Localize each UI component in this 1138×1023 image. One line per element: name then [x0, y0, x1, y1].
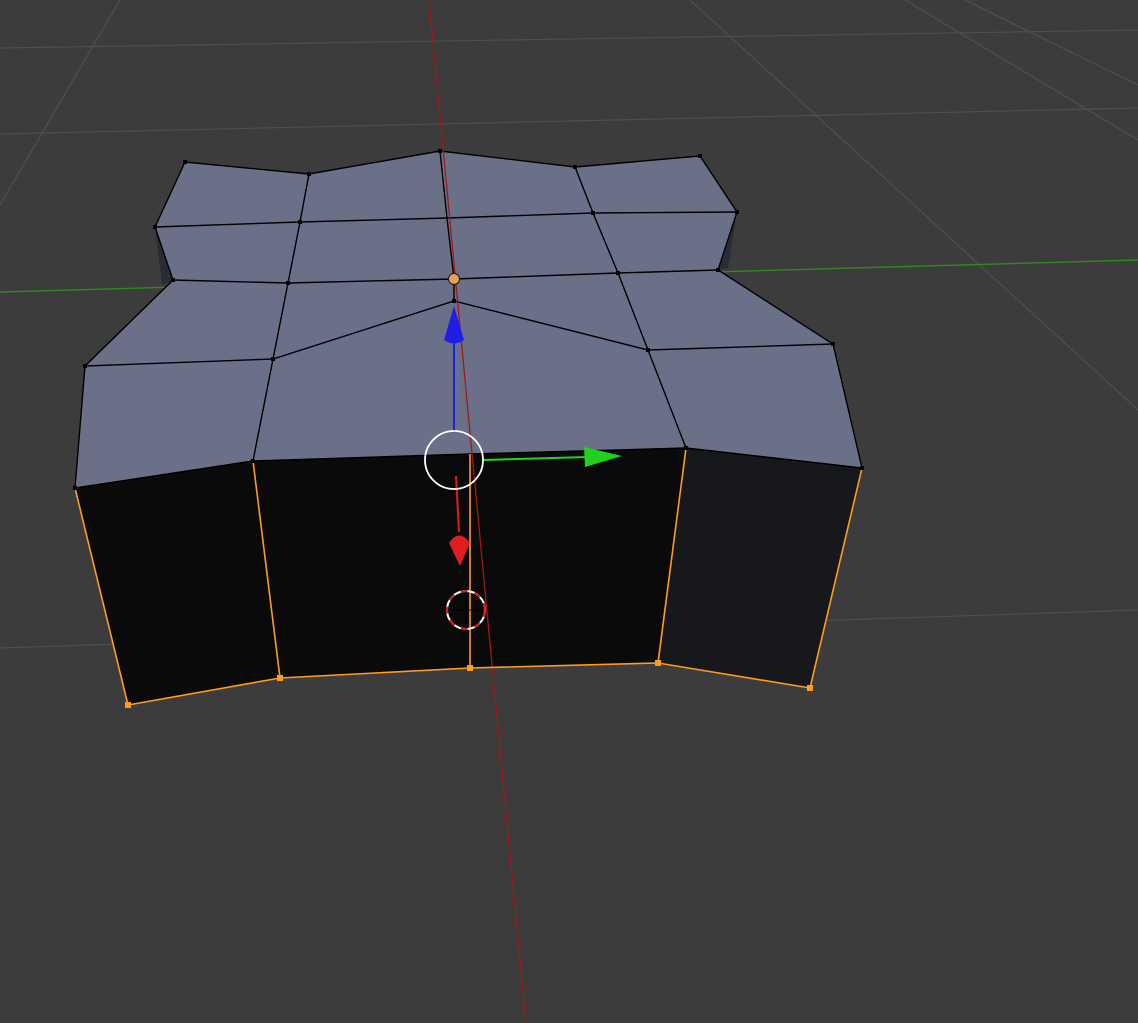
vertex[interactable]: [171, 278, 175, 282]
side-face: [470, 448, 686, 668]
active-vertex[interactable]: [448, 273, 460, 285]
vertex[interactable]: [307, 172, 311, 176]
vertex[interactable]: [591, 211, 595, 215]
viewport-canvas[interactable]: [0, 0, 1138, 1023]
vertex[interactable]: [452, 299, 456, 303]
top-face: [447, 213, 618, 279]
vertex[interactable]: [716, 268, 720, 272]
vertex[interactable]: [831, 342, 835, 346]
top-face: [300, 151, 447, 222]
selected-vertex[interactable]: [277, 675, 283, 681]
selected-vertex[interactable]: [467, 665, 473, 671]
vertex[interactable]: [684, 446, 688, 450]
grid-line: [0, 29, 1138, 49]
selected-vertex[interactable]: [655, 660, 661, 666]
3d-viewport[interactable]: [0, 0, 1138, 1023]
vertex[interactable]: [271, 357, 275, 361]
grid-line: [904, 0, 1138, 141]
side-face: [253, 454, 470, 678]
vertex[interactable]: [616, 271, 620, 275]
vertex[interactable]: [73, 486, 77, 490]
top-face: [85, 280, 288, 366]
vertex[interactable]: [698, 154, 702, 158]
vertex[interactable]: [153, 225, 157, 229]
vertex[interactable]: [860, 466, 864, 470]
vertex[interactable]: [83, 364, 87, 368]
grid-line: [0, 107, 1138, 135]
vertex[interactable]: [438, 149, 442, 153]
mesh-top-faces: [75, 151, 862, 488]
vertex[interactable]: [735, 210, 739, 214]
side-face: [658, 448, 862, 688]
vertex[interactable]: [286, 281, 290, 285]
top-face: [618, 270, 833, 350]
top-face: [155, 222, 300, 283]
vertex[interactable]: [251, 459, 255, 463]
side-face: [75, 461, 280, 705]
vertex[interactable]: [573, 165, 577, 169]
vertex[interactable]: [646, 348, 650, 352]
vertex[interactable]: [183, 160, 187, 164]
top-face: [440, 151, 593, 218]
top-face: [288, 218, 454, 283]
selected-vertex[interactable]: [807, 685, 813, 691]
selected-vertex[interactable]: [125, 702, 131, 708]
grid-line: [964, 0, 1138, 86]
vertex[interactable]: [298, 220, 302, 224]
grid-line: [0, 0, 121, 206]
